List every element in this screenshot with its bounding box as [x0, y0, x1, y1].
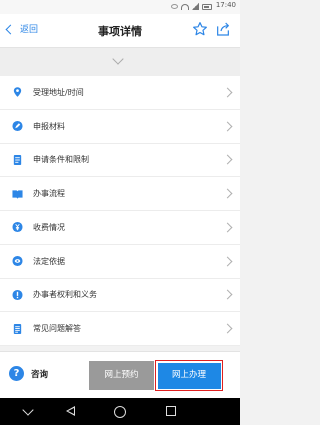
consult-button[interactable]: ? 咨询	[9, 366, 48, 381]
exclamation-circle-icon	[12, 289, 23, 300]
online-handling-button[interactable]: 网上办理	[157, 362, 221, 389]
online-handling-highlight: 网上办理	[155, 360, 223, 391]
share-icon[interactable]	[215, 21, 231, 37]
list-item-label: 申报材料	[33, 121, 65, 131]
status-bar: 17:40	[0, 0, 240, 14]
system-nav-bar	[0, 398, 240, 425]
status-icons	[171, 3, 212, 10]
list-item-rights-duties[interactable]: 办事者权利和义务	[0, 279, 240, 313]
list-item-label: 收费情况	[33, 222, 65, 232]
chevron-right-icon	[222, 323, 233, 334]
signal-icon	[192, 3, 199, 10]
battery-icon	[202, 3, 212, 10]
list-item-legal-basis[interactable]: 法定依据	[0, 245, 240, 279]
online-reservation-button[interactable]: 网上预约	[89, 361, 154, 390]
law-circle-icon	[12, 256, 23, 267]
chevron-right-icon	[222, 121, 233, 132]
chevron-right-icon	[222, 188, 233, 199]
location-pin-icon	[13, 87, 22, 98]
list-item-process[interactable]: 办事流程	[0, 177, 240, 211]
list-item-fees[interactable]: 收费情况	[0, 211, 240, 245]
chevron-right-icon	[222, 289, 233, 300]
wifi-icon	[181, 3, 189, 10]
nav-recent-apps-icon[interactable]	[166, 406, 176, 416]
chevron-right-icon	[222, 222, 233, 233]
eye-icon	[171, 4, 178, 9]
document-list-icon	[13, 154, 22, 165]
book-open-icon	[12, 189, 23, 199]
list-item-label: 办事流程	[33, 189, 65, 199]
nav-back-icon-inner	[68, 407, 74, 414]
chevron-right-icon	[222, 256, 233, 267]
header: 返回 事项详情	[0, 14, 240, 48]
bottom-action-bar: ? 咨询 网上预约 网上办理	[0, 351, 240, 398]
list-item-address-time[interactable]: 受理地址/时间	[0, 76, 240, 110]
yen-circle-icon	[12, 222, 23, 233]
consult-label: 咨询	[31, 369, 49, 380]
list-item-label: 法定依据	[33, 256, 65, 266]
nav-home-icon[interactable]	[114, 405, 126, 418]
star-outline-icon[interactable]	[192, 21, 208, 37]
list-item-materials[interactable]: 申报材料	[0, 110, 240, 144]
detail-item-list: 受理地址/时间 申报材料 申请条件和限制 办事流程 收费情况 法定依据 办事者权…	[0, 76, 240, 346]
question-circle-icon: ?	[9, 366, 24, 381]
pen-circle-icon	[12, 121, 23, 132]
chevron-right-icon	[222, 87, 233, 98]
list-item-faq[interactable]: 常见问题解答	[0, 312, 240, 346]
status-time: 17:40	[215, 1, 236, 9]
expand-toggle[interactable]	[0, 48, 240, 76]
list-item-label: 办事者权利和义务	[33, 290, 97, 300]
faq-document-icon	[13, 323, 22, 334]
list-item-label: 申请条件和限制	[33, 155, 89, 165]
nav-hide-icon[interactable]	[22, 404, 34, 416]
list-item-label: 常见问题解答	[33, 324, 81, 334]
chevron-right-icon	[222, 154, 233, 165]
list-item-label: 受理地址/时间	[33, 87, 84, 97]
chevron-down-icon	[112, 53, 124, 65]
list-item-conditions[interactable]: 申请条件和限制	[0, 144, 240, 178]
